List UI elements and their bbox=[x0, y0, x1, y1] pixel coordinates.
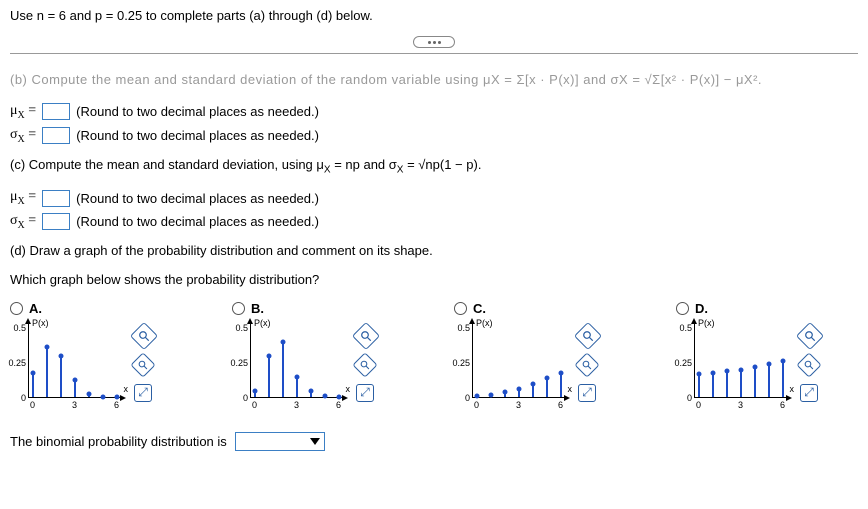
expand-button[interactable] bbox=[413, 36, 455, 48]
option-label-D: D. bbox=[695, 301, 708, 316]
option-C: C. P(x)x0.50.250036⚲⚲ ⤢ bbox=[454, 301, 634, 410]
radio-D[interactable] bbox=[676, 302, 689, 315]
radio-B[interactable] bbox=[232, 302, 245, 315]
radio-C[interactable] bbox=[454, 302, 467, 315]
sigma-b-input[interactable] bbox=[42, 127, 70, 144]
mu-c-symbol: μX = bbox=[10, 189, 36, 207]
chart-D: P(x)x0.50.250036 bbox=[676, 320, 796, 410]
option-A: A. P(x)x0.50.250036⚲⚲ ⤢ bbox=[10, 301, 190, 410]
mu-c-input[interactable] bbox=[42, 190, 70, 207]
mu-b-input[interactable] bbox=[42, 103, 70, 120]
option-label-A: A. bbox=[29, 301, 42, 316]
mu-b-hint: (Round to two decimal places as needed.) bbox=[76, 104, 319, 119]
options-row: A.P(x)x0.50.250036⚲⚲⤢B.P(x)x0.50.250036⚲… bbox=[10, 301, 858, 410]
radio-A[interactable] bbox=[10, 302, 23, 315]
part-b-truncated: (b) Compute the mean and standard deviat… bbox=[10, 72, 858, 87]
magnify-small-icon[interactable]: ⚲ bbox=[574, 352, 599, 377]
magnify-icon[interactable]: ⚲ bbox=[796, 322, 824, 350]
instruction-text: Use n = 6 and p = 0.25 to complete parts… bbox=[10, 8, 858, 23]
sigma-symbol: σX = bbox=[10, 127, 36, 145]
enlarge-icon[interactable]: ⤢ bbox=[134, 384, 152, 402]
divider bbox=[10, 53, 858, 54]
part-d-question: Which graph below shows the probability … bbox=[10, 272, 858, 287]
magnify-icon[interactable]: ⚲ bbox=[574, 322, 602, 350]
magnify-small-icon[interactable]: ⚲ bbox=[352, 352, 377, 377]
enlarge-icon[interactable]: ⤢ bbox=[578, 384, 596, 402]
shape-select[interactable] bbox=[235, 432, 325, 451]
sigma-c-hint: (Round to two decimal places as needed.) bbox=[76, 214, 319, 229]
mu-c-hint: (Round to two decimal places as needed.) bbox=[76, 191, 319, 206]
option-label-C: C. bbox=[473, 301, 486, 316]
option-label-B: B. bbox=[251, 301, 264, 316]
mu-symbol: μX = bbox=[10, 103, 36, 121]
sigma-c-input[interactable] bbox=[42, 213, 70, 230]
chart-C: P(x)x0.50.250036 bbox=[454, 320, 574, 410]
enlarge-icon[interactable]: ⤢ bbox=[800, 384, 818, 402]
option-D: D. P(x)x0.50.250036⚲⚲ ⤢ bbox=[676, 301, 856, 410]
option-B: B. P(x)x0.50.250036⚲⚲ ⤢ bbox=[232, 301, 412, 410]
sigma-b-hint: (Round to two decimal places as needed.) bbox=[76, 128, 319, 143]
enlarge-icon[interactable]: ⤢ bbox=[356, 384, 374, 402]
chart-B: P(x)x0.50.250036 bbox=[232, 320, 352, 410]
chevron-down-icon bbox=[310, 438, 320, 445]
magnify-small-icon[interactable]: ⚲ bbox=[130, 352, 155, 377]
sigma-c-symbol: σX = bbox=[10, 213, 36, 231]
chart-A: P(x)x0.50.250036 bbox=[10, 320, 130, 410]
magnify-small-icon[interactable]: ⚲ bbox=[796, 352, 821, 377]
bottom-text: The binomial probability distribution is bbox=[10, 434, 227, 449]
magnify-icon[interactable]: ⚲ bbox=[352, 322, 380, 350]
magnify-icon[interactable]: ⚲ bbox=[130, 322, 158, 350]
part-d-text: (d) Draw a graph of the probability dist… bbox=[10, 243, 858, 258]
part-c-text: (c) Compute the mean and standard deviat… bbox=[10, 157, 858, 176]
